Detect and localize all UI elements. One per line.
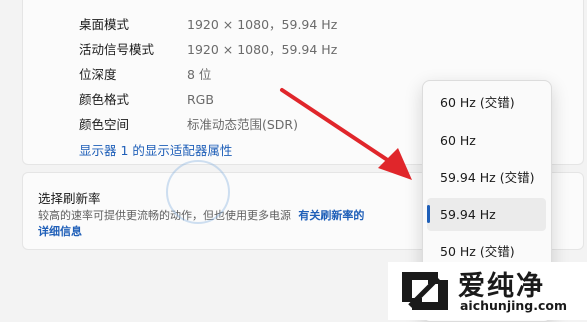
site-logo: 爱纯净 aichunjing.com [388, 262, 587, 320]
logo-site: aichunjing.com [460, 298, 568, 313]
logo-mark-icon [402, 272, 448, 310]
